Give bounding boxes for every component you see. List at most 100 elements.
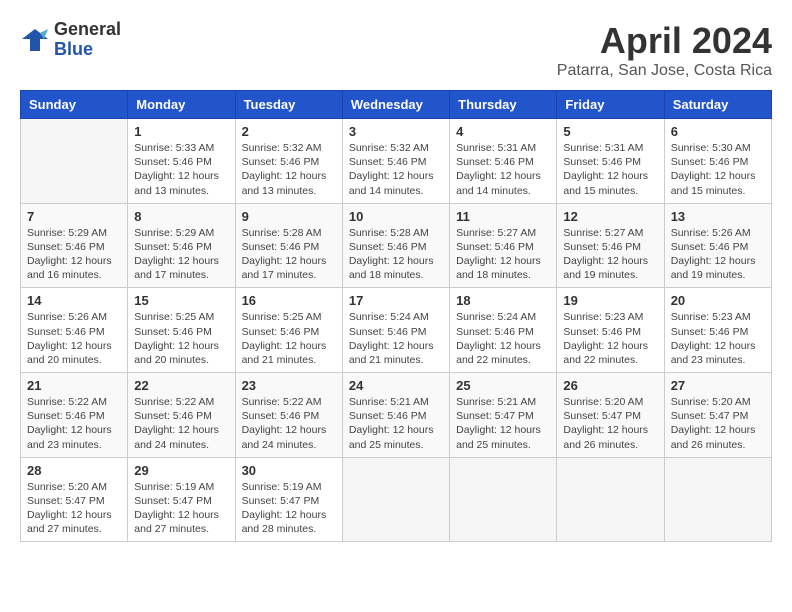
day-info: Sunrise: 5:28 AM Sunset: 5:46 PM Dayligh…: [349, 226, 443, 283]
calendar-day-cell: [21, 119, 128, 204]
logo-text-blue: Blue: [54, 40, 121, 60]
day-info: Sunrise: 5:27 AM Sunset: 5:46 PM Dayligh…: [456, 226, 550, 283]
calendar-day-cell: 30 Sunrise: 5:19 AM Sunset: 5:47 PM Dayli…: [235, 457, 342, 542]
day-number: 26: [563, 378, 657, 393]
calendar-day-cell: 27 Sunrise: 5:20 AM Sunset: 5:47 PM Dayli…: [664, 373, 771, 458]
day-info: Sunrise: 5:29 AM Sunset: 5:46 PM Dayligh…: [134, 226, 228, 283]
day-info: Sunrise: 5:23 AM Sunset: 5:46 PM Dayligh…: [671, 310, 765, 367]
calendar-day-cell: 17 Sunrise: 5:24 AM Sunset: 5:46 PM Dayli…: [342, 288, 449, 373]
day-info: Sunrise: 5:26 AM Sunset: 5:46 PM Dayligh…: [671, 226, 765, 283]
calendar-day-cell: 24Sunrise: 5:21 AM Sunset: 5:46 PM Dayli…: [342, 373, 449, 458]
day-number: 10: [349, 209, 443, 224]
day-info: Sunrise: 5:29 AM Sunset: 5:46 PM Dayligh…: [27, 226, 121, 283]
day-number: 25: [456, 378, 550, 393]
day-number: 1: [134, 124, 228, 139]
calendar-day-cell: 10 Sunrise: 5:28 AM Sunset: 5:46 PM Dayli…: [342, 203, 449, 288]
day-number: 22: [134, 378, 228, 393]
calendar-day-cell: 28Sunrise: 5:20 AM Sunset: 5:47 PM Dayli…: [21, 457, 128, 542]
day-number: 6: [671, 124, 765, 139]
calendar-day-cell: 7 Sunrise: 5:29 AM Sunset: 5:46 PM Daylig…: [21, 203, 128, 288]
day-number: 18: [456, 293, 550, 308]
calendar-day-cell: 11 Sunrise: 5:27 AM Sunset: 5:46 PM Dayli…: [450, 203, 557, 288]
calendar-day-cell: 6 Sunrise: 5:30 AM Sunset: 5:46 PM Daylig…: [664, 119, 771, 204]
month-title: April 2024: [557, 20, 772, 62]
calendar-day-cell: 23Sunrise: 5:22 AM Sunset: 5:46 PM Dayli…: [235, 373, 342, 458]
day-info: Sunrise: 5:23 AM Sunset: 5:46 PM Dayligh…: [563, 310, 657, 367]
day-number: 27: [671, 378, 765, 393]
day-info: Sunrise: 5:28 AM Sunset: 5:46 PM Dayligh…: [242, 226, 336, 283]
day-number: 11: [456, 209, 550, 224]
day-info: Sunrise: 5:20 AM Sunset: 5:47 PM Dayligh…: [563, 395, 657, 452]
day-number: 17: [349, 293, 443, 308]
day-info: Sunrise: 5:27 AM Sunset: 5:46 PM Dayligh…: [563, 226, 657, 283]
calendar-table: SundayMondayTuesdayWednesdayThursdayFrid…: [20, 90, 772, 542]
day-number: 29: [134, 463, 228, 478]
day-number: 2: [242, 124, 336, 139]
day-info: Sunrise: 5:19 AM Sunset: 5:47 PM Dayligh…: [134, 480, 228, 537]
weekday-header-saturday: Saturday: [664, 91, 771, 119]
day-number: 7: [27, 209, 121, 224]
day-info: Sunrise: 5:21 AM Sunset: 5:47 PM Dayligh…: [456, 395, 550, 452]
day-number: 13: [671, 209, 765, 224]
weekday-header-thursday: Thursday: [450, 91, 557, 119]
calendar-day-cell: 15 Sunrise: 5:25 AM Sunset: 5:46 PM Dayli…: [128, 288, 235, 373]
weekday-header-friday: Friday: [557, 91, 664, 119]
day-info: Sunrise: 5:31 AM Sunset: 5:46 PM Dayligh…: [563, 141, 657, 198]
day-info: Sunrise: 5:30 AM Sunset: 5:46 PM Dayligh…: [671, 141, 765, 198]
calendar-day-cell: 21Sunrise: 5:22 AM Sunset: 5:46 PM Dayli…: [21, 373, 128, 458]
calendar-day-cell: 18 Sunrise: 5:24 AM Sunset: 5:46 PM Dayli…: [450, 288, 557, 373]
day-info: Sunrise: 5:21 AM Sunset: 5:46 PM Dayligh…: [349, 395, 443, 452]
calendar-day-cell: 26 Sunrise: 5:20 AM Sunset: 5:47 PM Dayli…: [557, 373, 664, 458]
weekday-header-sunday: Sunday: [21, 91, 128, 119]
day-number: 3: [349, 124, 443, 139]
day-info: Sunrise: 5:33 AM Sunset: 5:46 PM Dayligh…: [134, 141, 228, 198]
calendar-week-row: 21Sunrise: 5:22 AM Sunset: 5:46 PM Dayli…: [21, 373, 772, 458]
calendar-week-row: 1 Sunrise: 5:33 AM Sunset: 5:46 PM Daylig…: [21, 119, 772, 204]
calendar-week-row: 28Sunrise: 5:20 AM Sunset: 5:47 PM Dayli…: [21, 457, 772, 542]
calendar-day-cell: 4Sunrise: 5:31 AM Sunset: 5:46 PM Daylig…: [450, 119, 557, 204]
page-header: General Blue April 2024 Patarra, San Jos…: [20, 20, 772, 80]
day-info: Sunrise: 5:24 AM Sunset: 5:46 PM Dayligh…: [349, 310, 443, 367]
calendar-day-cell: 3Sunrise: 5:32 AM Sunset: 5:46 PM Daylig…: [342, 119, 449, 204]
day-info: Sunrise: 5:26 AM Sunset: 5:46 PM Dayligh…: [27, 310, 121, 367]
calendar-week-row: 7 Sunrise: 5:29 AM Sunset: 5:46 PM Daylig…: [21, 203, 772, 288]
weekday-header-tuesday: Tuesday: [235, 91, 342, 119]
title-block: April 2024 Patarra, San Jose, Costa Rica: [557, 20, 772, 80]
weekday-header-row: SundayMondayTuesdayWednesdayThursdayFrid…: [21, 91, 772, 119]
day-info: Sunrise: 5:25 AM Sunset: 5:46 PM Dayligh…: [134, 310, 228, 367]
calendar-day-cell: 12 Sunrise: 5:27 AM Sunset: 5:46 PM Dayli…: [557, 203, 664, 288]
day-number: 12: [563, 209, 657, 224]
logo: General Blue: [20, 20, 121, 60]
calendar-day-cell: 9 Sunrise: 5:28 AM Sunset: 5:46 PM Daylig…: [235, 203, 342, 288]
location-subtitle: Patarra, San Jose, Costa Rica: [557, 62, 772, 80]
calendar-day-cell: [450, 457, 557, 542]
day-info: Sunrise: 5:20 AM Sunset: 5:47 PM Dayligh…: [671, 395, 765, 452]
calendar-day-cell: 20 Sunrise: 5:23 AM Sunset: 5:46 PM Dayli…: [664, 288, 771, 373]
day-number: 9: [242, 209, 336, 224]
day-info: Sunrise: 5:31 AM Sunset: 5:46 PM Dayligh…: [456, 141, 550, 198]
day-number: 20: [671, 293, 765, 308]
calendar-day-cell: 2 Sunrise: 5:32 AM Sunset: 5:46 PM Daylig…: [235, 119, 342, 204]
calendar-day-cell: 13 Sunrise: 5:26 AM Sunset: 5:46 PM Dayli…: [664, 203, 771, 288]
logo-icon: [20, 25, 50, 55]
day-info: Sunrise: 5:24 AM Sunset: 5:46 PM Dayligh…: [456, 310, 550, 367]
day-info: Sunrise: 5:20 AM Sunset: 5:47 PM Dayligh…: [27, 480, 121, 537]
day-number: 23: [242, 378, 336, 393]
logo-text-general: General: [54, 20, 121, 40]
calendar-day-cell: 5Sunrise: 5:31 AM Sunset: 5:46 PM Daylig…: [557, 119, 664, 204]
day-info: Sunrise: 5:32 AM Sunset: 5:46 PM Dayligh…: [242, 141, 336, 198]
calendar-day-cell: 29 Sunrise: 5:19 AM Sunset: 5:47 PM Dayli…: [128, 457, 235, 542]
calendar-day-cell: [342, 457, 449, 542]
day-info: Sunrise: 5:22 AM Sunset: 5:46 PM Dayligh…: [134, 395, 228, 452]
calendar-day-cell: [664, 457, 771, 542]
day-number: 14: [27, 293, 121, 308]
day-info: Sunrise: 5:19 AM Sunset: 5:47 PM Dayligh…: [242, 480, 336, 537]
day-number: 8: [134, 209, 228, 224]
day-number: 30: [242, 463, 336, 478]
calendar-day-cell: 1 Sunrise: 5:33 AM Sunset: 5:46 PM Daylig…: [128, 119, 235, 204]
day-info: Sunrise: 5:25 AM Sunset: 5:46 PM Dayligh…: [242, 310, 336, 367]
calendar-day-cell: 25 Sunrise: 5:21 AM Sunset: 5:47 PM Dayli…: [450, 373, 557, 458]
day-info: Sunrise: 5:22 AM Sunset: 5:46 PM Dayligh…: [27, 395, 121, 452]
calendar-day-cell: 8 Sunrise: 5:29 AM Sunset: 5:46 PM Daylig…: [128, 203, 235, 288]
day-number: 15: [134, 293, 228, 308]
